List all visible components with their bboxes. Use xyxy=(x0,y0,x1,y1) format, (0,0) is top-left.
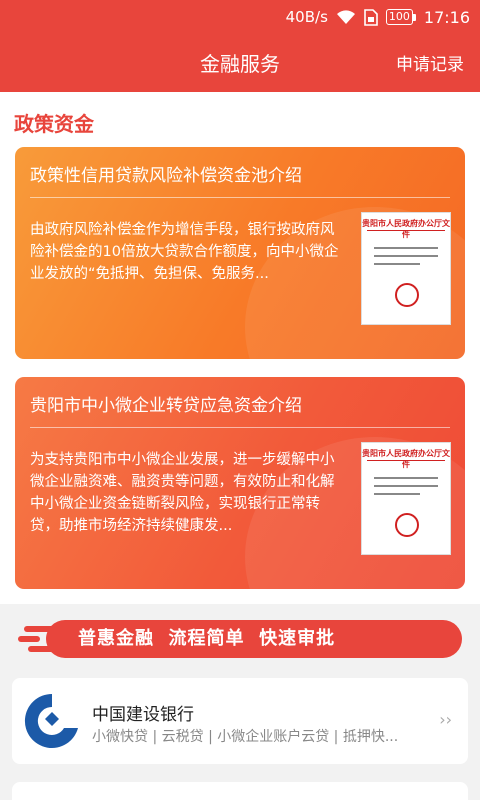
policy-card-emergency-loan[interactable]: 贵阳市中小微企业转贷应急资金介绍 为支持贵阳市中小微企业发展，进一步缓解中小微企… xyxy=(15,377,465,589)
app-header: 40B/s 100 17:16 金融服务 申请记录 xyxy=(0,0,480,92)
document-header: 贵阳市人民政府办公厅文件 xyxy=(362,449,450,469)
bank-item-ccb[interactable]: 中国建设银行 小微快贷 | 云税贷 | 小微企业账户云贷 | 抵押快... ›› xyxy=(12,678,468,764)
bank-item-next[interactable] xyxy=(12,782,468,800)
ccb-logo-icon xyxy=(24,693,79,748)
wifi-icon xyxy=(336,10,355,24)
card-title: 贵阳市中小微企业转贷应急资金介绍 xyxy=(30,396,302,416)
bank-products: 小微快贷 | 云税贷 | 小微企业账户云贷 | 抵押快... xyxy=(92,729,399,745)
section-title: 政策资金 xyxy=(14,112,94,136)
network-speed: 40B/s xyxy=(285,8,328,26)
card-description: 为支持贵阳市中小微企业发展，进一步缓解中小微企业融资难、融资贵等问题，有效防止和… xyxy=(30,452,335,534)
sim-card-icon xyxy=(364,8,378,26)
seal-icon xyxy=(395,513,419,537)
seal-icon xyxy=(395,283,419,307)
status-bar: 40B/s 100 17:16 xyxy=(286,6,470,28)
document-thumbnail: 贵阳市人民政府办公厅文件 xyxy=(361,442,451,555)
battery-level: 100 xyxy=(385,9,413,25)
clock: 17:16 xyxy=(423,7,470,27)
banner-text: 普惠金融 流程简单 快速审批 xyxy=(78,628,336,649)
battery-icon: 100 xyxy=(385,9,416,25)
application-records-button[interactable]: 申请记录 xyxy=(396,50,464,75)
bank-name: 中国建设银行 xyxy=(92,705,194,725)
chevron-right-icon: ›› xyxy=(439,710,452,729)
document-thumbnail: 贵阳市人民政府办公厅文件 xyxy=(361,212,451,325)
policy-funds-panel: 政策资金 政策性信用贷款风险补偿资金池介绍 由政府风险补偿金作为增信手段，银行按… xyxy=(0,92,480,604)
policy-card-risk-compensation[interactable]: 政策性信用贷款风险补偿资金池介绍 由政府风险补偿金作为增信手段，银行按政府风险补… xyxy=(15,147,465,359)
card-description: 由政府风险补偿金作为增信手段，银行按政府风险补偿金的10倍放大贷款合作额度，向中… xyxy=(30,222,339,282)
card-title: 政策性信用贷款风险补偿资金池介绍 xyxy=(30,166,302,186)
promo-banner: 普惠金融 流程简单 快速审批 xyxy=(18,620,462,658)
document-header: 贵阳市人民政府办公厅文件 xyxy=(362,219,450,239)
